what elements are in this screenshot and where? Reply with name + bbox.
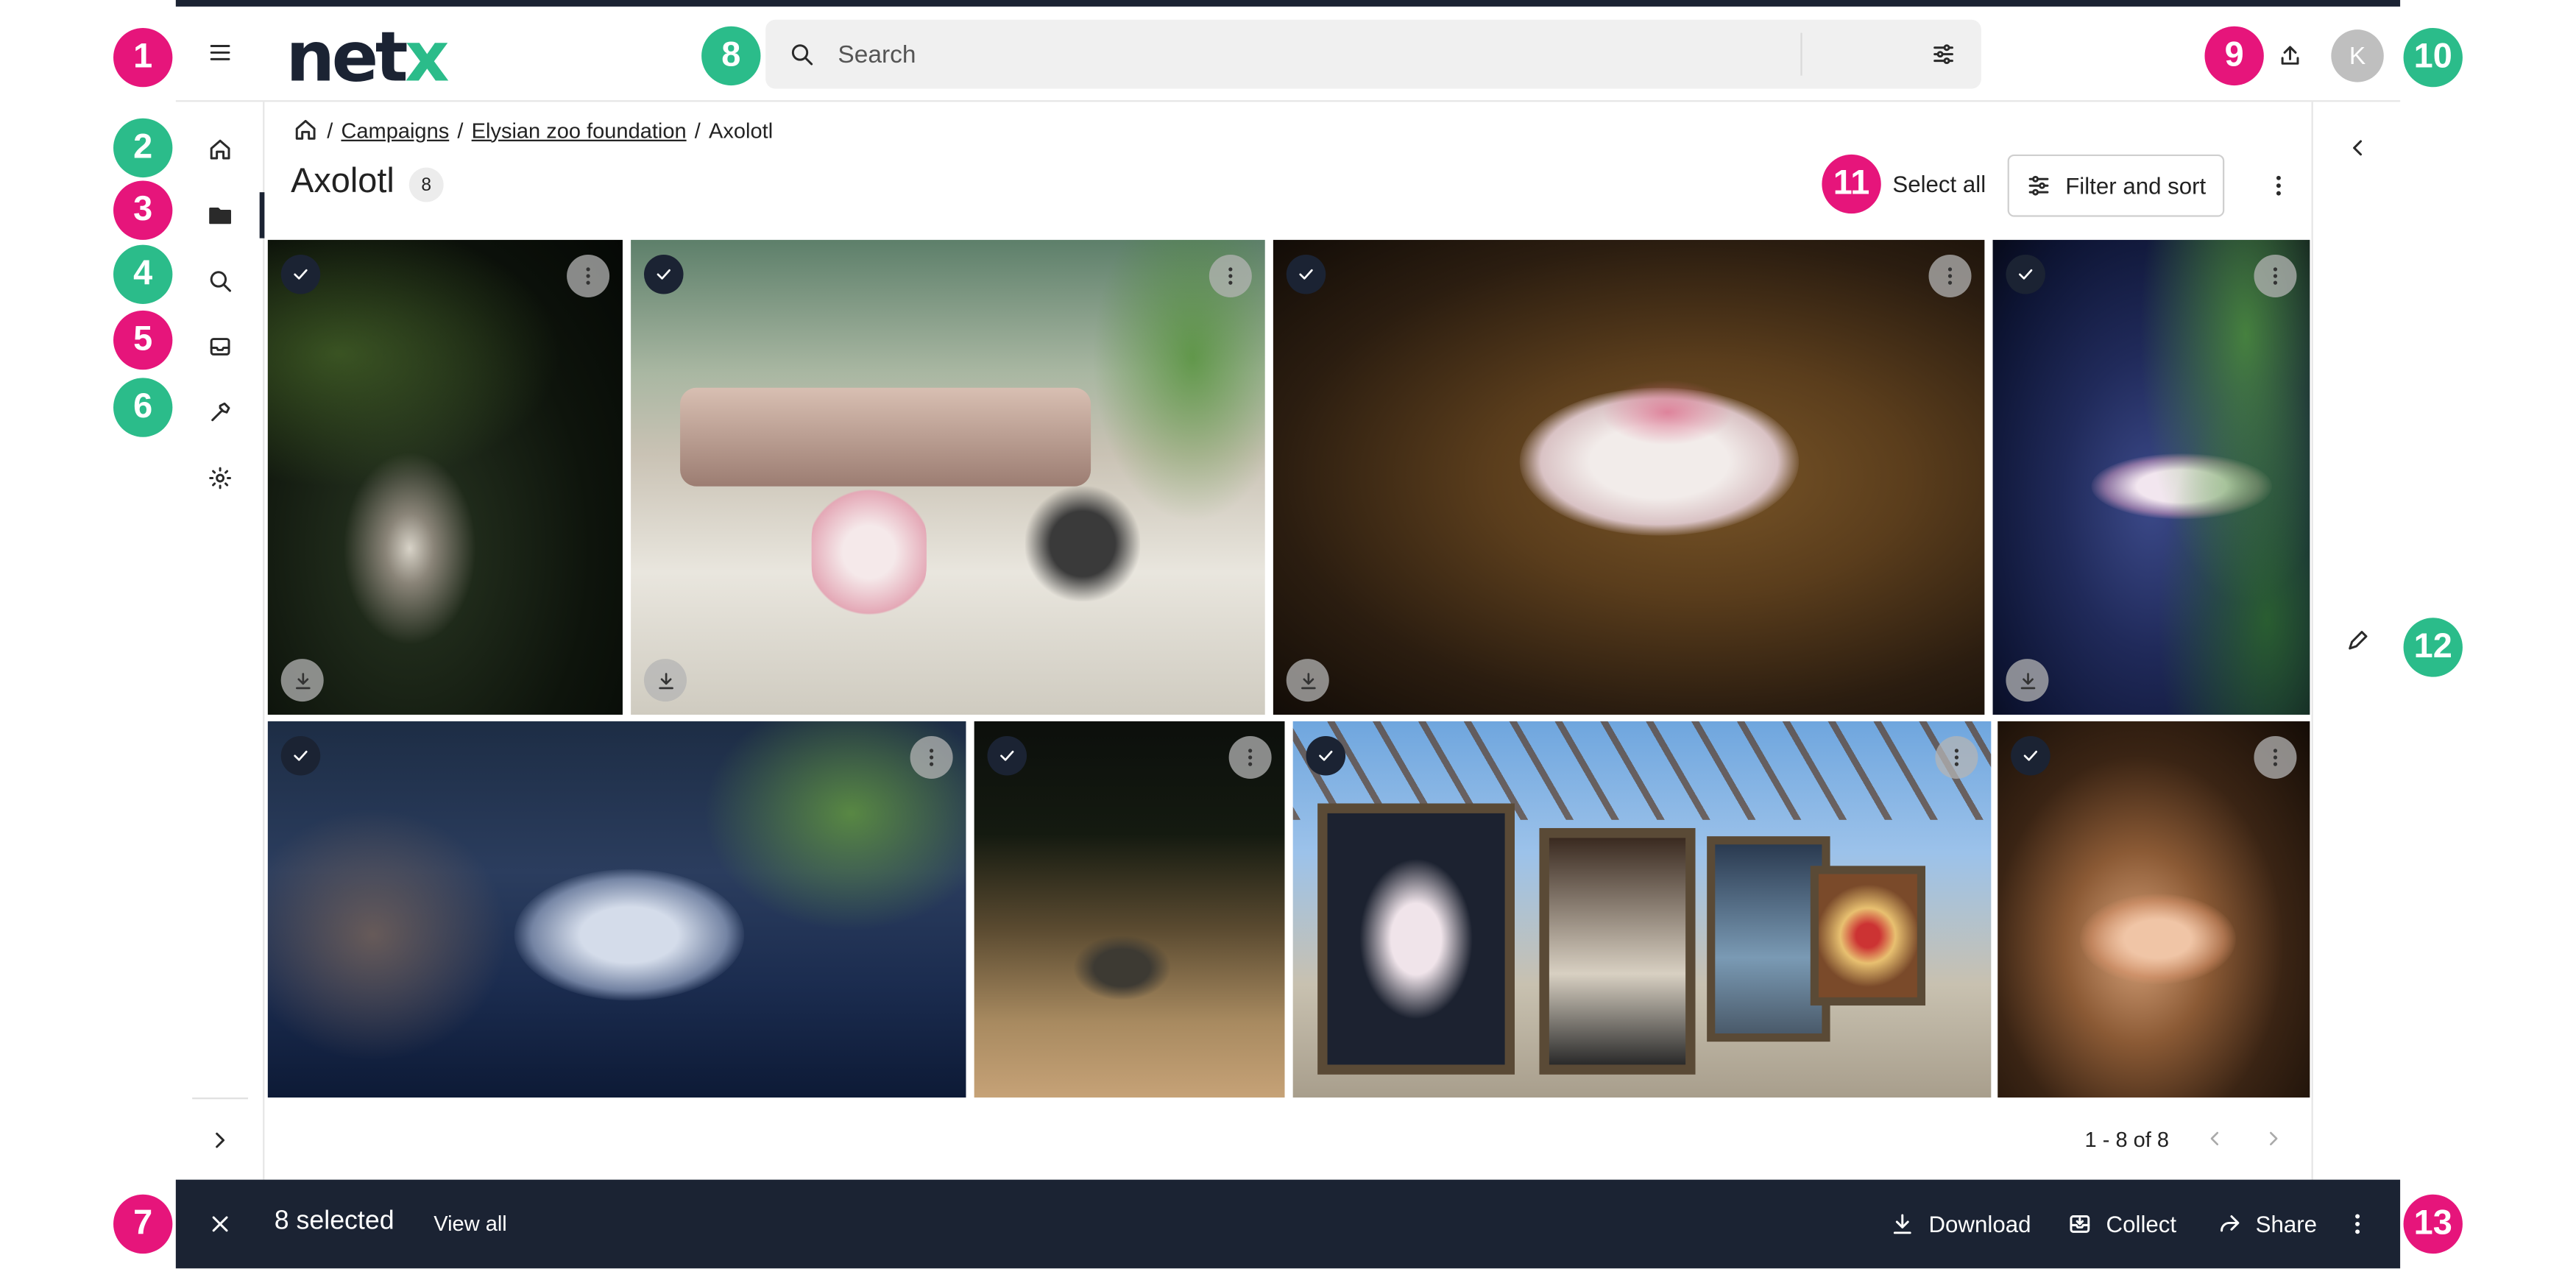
inbox-icon[interactable] <box>199 325 241 368</box>
left-navigation <box>176 102 265 1180</box>
more-options-icon[interactable] <box>1935 735 1978 780</box>
share-button[interactable]: Share <box>2216 1208 2317 1241</box>
selection-bar: 8 selected View all Download Collect Sha… <box>175 1179 2401 1269</box>
breadcrumb: / Campaigns / Elysian zoo foundation / A… <box>292 115 773 144</box>
more-options-icon[interactable] <box>1209 254 1252 298</box>
menu-icon[interactable] <box>199 31 241 74</box>
chevron-left-icon[interactable] <box>2336 127 2379 169</box>
more-options-icon[interactable] <box>2254 254 2297 298</box>
more-options-icon[interactable] <box>567 254 610 298</box>
top-bar: netx 8 9 K <box>175 7 2401 102</box>
callout-3: 3 <box>113 180 173 240</box>
page-title: Axolotl <box>291 162 394 201</box>
collect-label: Collect <box>2106 1211 2177 1237</box>
main-content: / Campaigns / Elysian zoo foundation / A… <box>266 102 2312 1179</box>
download-icon[interactable] <box>2006 659 2049 702</box>
asset-tile[interactable] <box>267 239 623 715</box>
asset-count-badge: 8 <box>408 167 444 202</box>
more-options-icon[interactable] <box>2257 164 2300 207</box>
callout-13: 13 <box>2403 1194 2463 1254</box>
callout-8: 8 <box>701 26 761 86</box>
sliders-icon <box>2029 175 2049 196</box>
search-icon[interactable] <box>199 260 241 303</box>
callout-11: 11 <box>1822 154 1881 214</box>
home-icon[interactable] <box>292 116 319 143</box>
callout-5: 5 <box>113 310 173 370</box>
callout-2: 2 <box>113 118 173 178</box>
select-all-button[interactable]: Select all <box>1892 171 1986 197</box>
home-icon[interactable] <box>199 128 241 171</box>
asset-tile[interactable] <box>1273 239 1985 715</box>
chevron-right-icon[interactable] <box>199 1119 241 1162</box>
selected-count: 8 selected <box>274 1207 394 1236</box>
upload-icon[interactable] <box>2269 35 2312 77</box>
chevron-right-icon[interactable] <box>2254 1119 2293 1159</box>
active-nav-indicator <box>259 192 265 238</box>
breadcrumb-link-elysian-zoo-foundation[interactable]: Elysian zoo foundation <box>472 118 687 142</box>
collect-icon <box>2070 1215 2090 1233</box>
collect-button[interactable]: Collect <box>2067 1208 2176 1241</box>
download-icon[interactable] <box>1286 659 1329 702</box>
asset-tile[interactable] <box>267 721 966 1098</box>
breadcrumb-separator: / <box>694 117 701 143</box>
gear-icon[interactable] <box>199 457 241 500</box>
close-icon[interactable] <box>199 1203 241 1245</box>
asset-tile[interactable] <box>1292 721 1992 1098</box>
breadcrumb-separator: / <box>327 117 333 143</box>
asset-tile[interactable] <box>1992 239 2310 715</box>
more-options-icon[interactable] <box>1928 254 1972 298</box>
search-icon <box>785 38 818 71</box>
netx-app-window: netx 8 9 K <box>175 0 2401 1269</box>
callout-6: 6 <box>113 378 173 437</box>
more-options-icon[interactable] <box>2338 1203 2377 1245</box>
check-icon[interactable] <box>2011 735 2050 776</box>
breadcrumb-separator: / <box>457 117 464 143</box>
check-icon[interactable] <box>1306 735 1346 776</box>
check-icon[interactable] <box>280 735 321 776</box>
folder-icon[interactable] <box>199 194 241 236</box>
view-all-button[interactable]: View all <box>434 1211 506 1235</box>
more-options-icon[interactable] <box>2254 735 2297 780</box>
check-icon[interactable] <box>643 254 684 294</box>
asset-tile[interactable] <box>974 721 1285 1098</box>
top-accent-line <box>175 0 2401 7</box>
callout-12: 12 <box>2403 618 2463 677</box>
callout-4: 4 <box>113 244 173 304</box>
chevron-left-icon[interactable] <box>2195 1119 2234 1159</box>
nav-divider <box>192 1097 249 1100</box>
callout-10: 10 <box>2403 27 2463 88</box>
breadcrumb-link-campaigns[interactable]: Campaigns <box>341 118 449 142</box>
check-icon[interactable] <box>987 735 1027 776</box>
user-avatar[interactable]: K <box>2331 29 2384 82</box>
share-icon <box>2221 1215 2240 1232</box>
check-icon[interactable] <box>1286 254 1326 294</box>
callout-9: 9 <box>2204 26 2264 86</box>
hammer-icon[interactable] <box>199 391 241 434</box>
filter-and-sort-button[interactable]: Filter and sort <box>2007 154 2225 217</box>
netx-logo[interactable]: net x <box>286 22 449 92</box>
check-icon[interactable] <box>280 254 321 294</box>
callout-7: 7 <box>113 1194 173 1254</box>
more-options-icon[interactable] <box>1228 735 1272 780</box>
download-button[interactable]: Download <box>1889 1208 2031 1241</box>
download-icon[interactable] <box>280 659 324 702</box>
download-label: Download <box>1928 1211 2031 1237</box>
more-options-icon[interactable] <box>910 735 953 780</box>
callout-1: 1 <box>113 27 173 88</box>
pencil-icon[interactable] <box>2336 620 2379 662</box>
sliders-icon[interactable] <box>1925 38 1961 71</box>
pagination-range: 1 - 8 of 8 <box>2084 1127 2170 1152</box>
details-panel-rail <box>2311 102 2401 1180</box>
breadcrumb-current: Axolotl <box>709 117 774 143</box>
asset-tile[interactable] <box>631 239 1265 715</box>
share-label: Share <box>2255 1211 2318 1237</box>
filter-and-sort-label: Filter and sort <box>2065 172 2207 199</box>
check-icon[interactable] <box>2006 254 2045 294</box>
search-divider <box>1800 32 1802 76</box>
download-icon[interactable] <box>643 659 687 702</box>
asset-tile[interactable] <box>1998 721 2310 1098</box>
download-icon <box>1893 1214 1911 1234</box>
search-input[interactable] <box>838 19 1725 89</box>
search-box <box>765 19 1981 89</box>
